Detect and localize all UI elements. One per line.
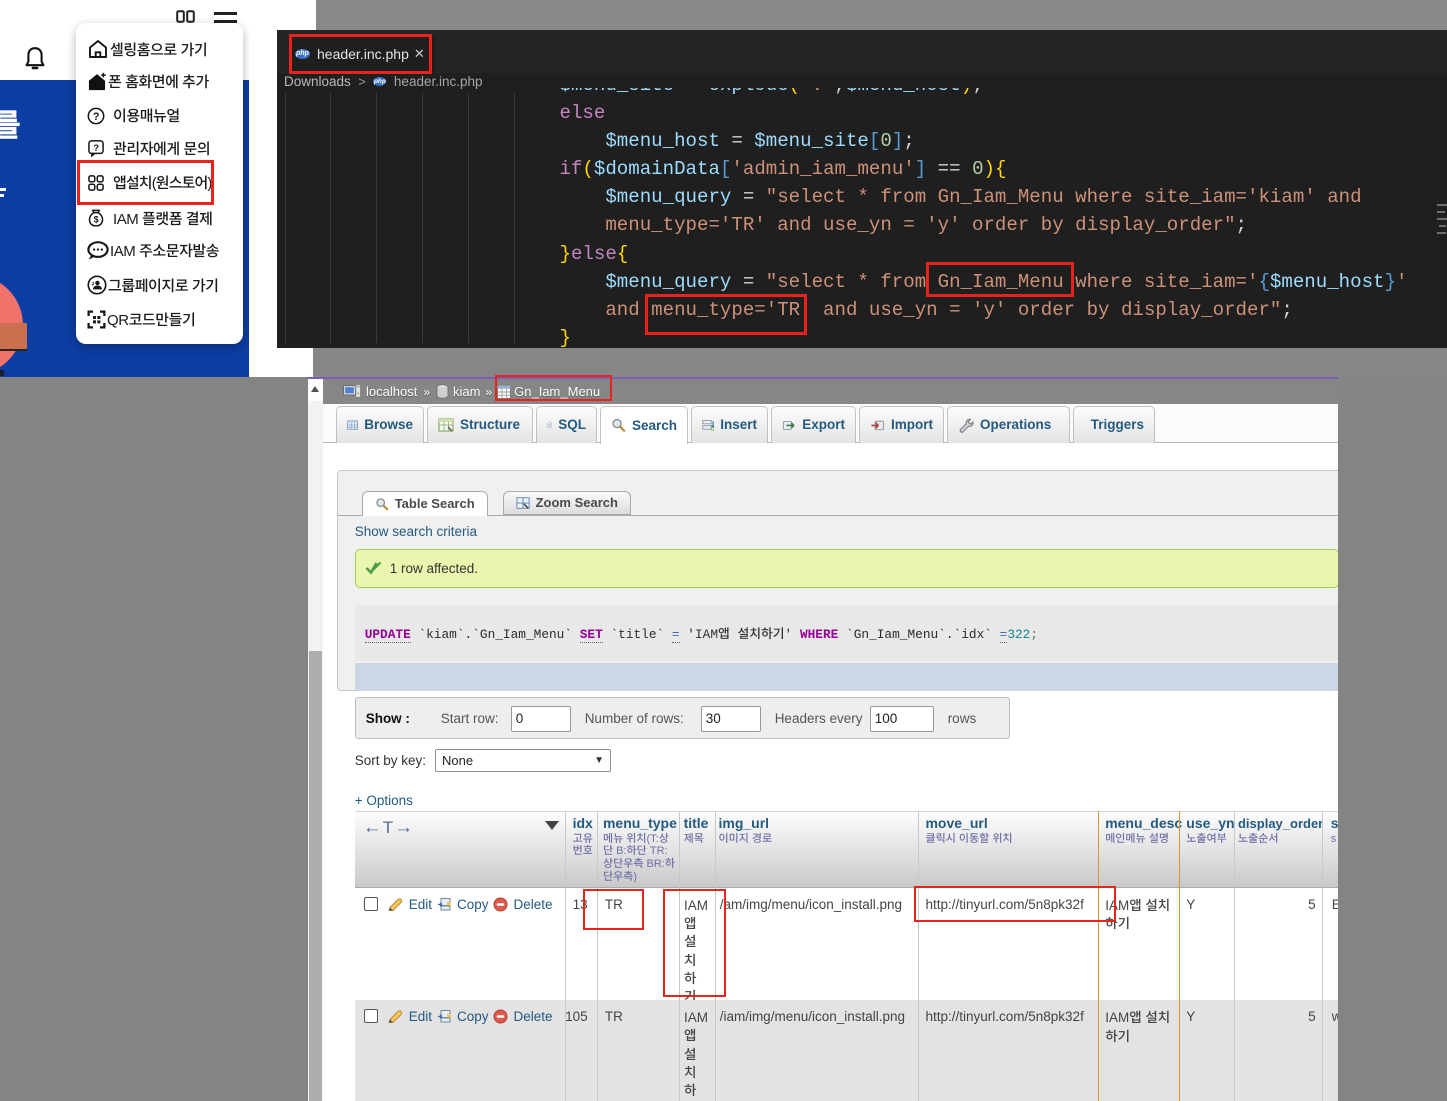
svg-text:?: ? xyxy=(93,143,99,154)
svg-text:$: $ xyxy=(94,215,99,225)
svg-text:?: ? xyxy=(93,111,99,123)
